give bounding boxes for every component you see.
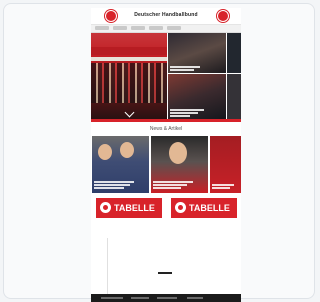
section-divider bbox=[91, 119, 241, 122]
logo-icon[interactable] bbox=[217, 10, 229, 22]
logo-icon[interactable] bbox=[105, 10, 117, 22]
news-caption bbox=[170, 108, 210, 117]
article-card[interactable] bbox=[210, 136, 241, 193]
standings-label: TABELLE bbox=[189, 203, 230, 213]
arena-banner bbox=[91, 57, 167, 61]
news-tile[interactable] bbox=[227, 74, 241, 119]
standings-label: TABELLE bbox=[114, 203, 155, 213]
news-caption bbox=[170, 65, 210, 71]
article-caption bbox=[153, 180, 197, 189]
table-icon bbox=[175, 202, 186, 213]
article-caption bbox=[212, 183, 236, 189]
nav-item[interactable] bbox=[149, 26, 163, 30]
player-photo bbox=[98, 144, 112, 160]
nav-item[interactable] bbox=[167, 26, 181, 30]
team-photo bbox=[91, 63, 167, 103]
standings-button[interactable]: TABELLE bbox=[171, 198, 237, 218]
footer-link[interactable] bbox=[157, 297, 177, 299]
article-card[interactable] bbox=[151, 136, 208, 193]
main-navigation bbox=[91, 25, 241, 33]
table-icon bbox=[100, 202, 111, 213]
arena-banner bbox=[91, 47, 167, 55]
hero-image[interactable] bbox=[91, 33, 167, 119]
news-tile[interactable] bbox=[168, 74, 226, 119]
news-tile[interactable] bbox=[227, 33, 241, 73]
footer-link[interactable] bbox=[131, 297, 149, 299]
section-title: News & Artikel bbox=[149, 126, 183, 132]
site-footer bbox=[91, 294, 241, 302]
article-card[interactable] bbox=[92, 136, 149, 193]
footer-link[interactable] bbox=[187, 297, 203, 299]
article-caption bbox=[94, 180, 138, 189]
nav-item[interactable] bbox=[95, 26, 109, 30]
divider bbox=[107, 238, 108, 302]
mobile-page-preview[interactable]: Deutscher Handballbund News & Artikel TA… bbox=[91, 8, 241, 302]
news-tile[interactable] bbox=[168, 33, 226, 73]
player-photo bbox=[120, 142, 134, 158]
player-photo bbox=[169, 142, 187, 164]
site-header: Deutscher Handballbund bbox=[91, 8, 241, 25]
standings-button[interactable]: TABELLE bbox=[96, 198, 162, 218]
chevron-down-icon[interactable] bbox=[124, 107, 135, 118]
nav-item[interactable] bbox=[113, 26, 127, 30]
site-title: Deutscher Handballbund bbox=[134, 12, 198, 18]
nav-item[interactable] bbox=[131, 26, 145, 30]
footer-link[interactable] bbox=[101, 297, 123, 299]
loading-indicator bbox=[158, 272, 172, 274]
